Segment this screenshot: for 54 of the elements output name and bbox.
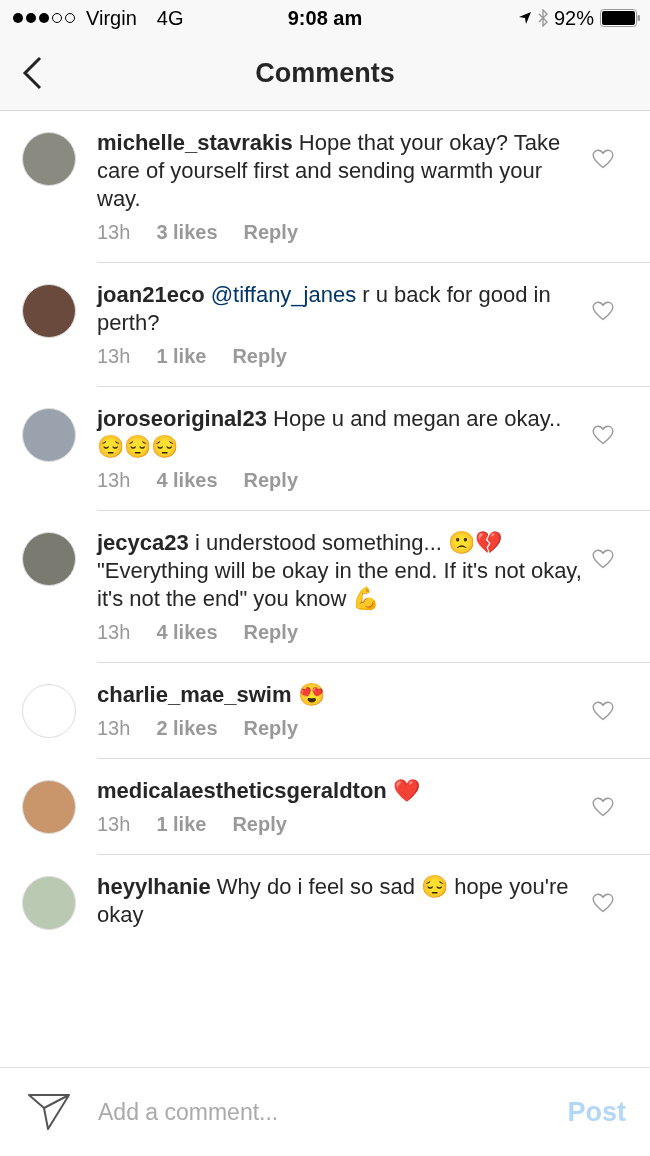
likes-count-link[interactable]: 4 likes xyxy=(156,469,218,492)
like-button[interactable] xyxy=(591,425,615,447)
comment-time: 13h xyxy=(97,469,131,492)
carrier-name: Virgin xyxy=(86,6,137,30)
like-button[interactable] xyxy=(591,797,615,819)
heart-icon xyxy=(592,893,614,913)
comment-text: jecyca23 i understood something... 🙁💔 "Everything will be okay in the end. If it's not okay, it's not the end" you know 💪 xyxy=(97,529,583,613)
network-type: 4G xyxy=(156,6,184,30)
comment-time: 13h xyxy=(97,813,131,836)
heart-icon xyxy=(592,425,614,445)
reply-link[interactable]: Reply xyxy=(232,345,287,368)
back-chevron-icon xyxy=(22,56,42,90)
like-button[interactable] xyxy=(591,301,615,323)
avatar-photo-placeholder[interactable] xyxy=(22,132,76,186)
comment-time: 13h xyxy=(97,345,131,368)
comment-time: 13h xyxy=(97,717,131,740)
page-title: Comments xyxy=(255,57,395,89)
comment-text: michelle_stavrakis Hope that your okay? Take care of yourself first and sending warmth your way. xyxy=(97,129,562,213)
battery-percent: 92% xyxy=(553,6,594,30)
post-button[interactable]: Post xyxy=(567,1096,626,1128)
send-icon[interactable] xyxy=(28,1093,70,1131)
like-button[interactable] xyxy=(591,893,615,915)
like-button[interactable] xyxy=(591,549,615,571)
comment-input-field[interactable]: Add a comment... xyxy=(98,1098,540,1126)
reply-link[interactable]: Reply xyxy=(243,717,298,740)
comment-time: 13h xyxy=(97,621,131,644)
heart-icon xyxy=(592,701,614,721)
comment-text: medicalaestheticsgeraldton ❤ xyxy=(97,777,421,805)
comment-text: joan21eco @tiffany_janes r u back for good in perth? xyxy=(97,281,552,337)
like-button[interactable] xyxy=(591,149,615,171)
avatar-photo-placeholder[interactable] xyxy=(22,284,76,338)
reply-link[interactable]: Reply xyxy=(232,813,287,836)
heart-icon xyxy=(592,797,614,817)
reply-link[interactable]: Reply xyxy=(243,221,298,244)
reply-link[interactable]: Reply xyxy=(243,469,298,492)
location-arrow-icon xyxy=(517,11,532,25)
comment-text: joroseoriginal23 Hope u and megan are okay.. 😔😔😔 xyxy=(97,405,563,461)
comment-text: heyylhanie Why do i feel so sad 😔 hope you're okay xyxy=(97,873,570,929)
avatar-photo-placeholder[interactable] xyxy=(22,532,76,586)
likes-count-link[interactable]: 3 likes xyxy=(156,221,218,244)
comment-time: 13h xyxy=(97,221,131,244)
reply-link[interactable]: Reply xyxy=(243,621,298,644)
comment-text: charlie_mae_swim 😍 xyxy=(97,681,326,709)
likes-count-link[interactable]: 1 like xyxy=(156,813,207,836)
like-button[interactable] xyxy=(591,701,615,723)
heart-icon xyxy=(592,301,614,321)
heart-icon xyxy=(592,549,614,569)
likes-count-link[interactable]: 4 likes xyxy=(156,621,218,644)
bluetooth-icon xyxy=(537,9,548,27)
battery-icon xyxy=(600,9,640,27)
heart-icon xyxy=(592,149,614,169)
status-time: 9:08 am xyxy=(287,6,363,30)
likes-count-link[interactable]: 1 like xyxy=(156,345,207,368)
likes-count-link[interactable]: 2 likes xyxy=(156,717,218,740)
